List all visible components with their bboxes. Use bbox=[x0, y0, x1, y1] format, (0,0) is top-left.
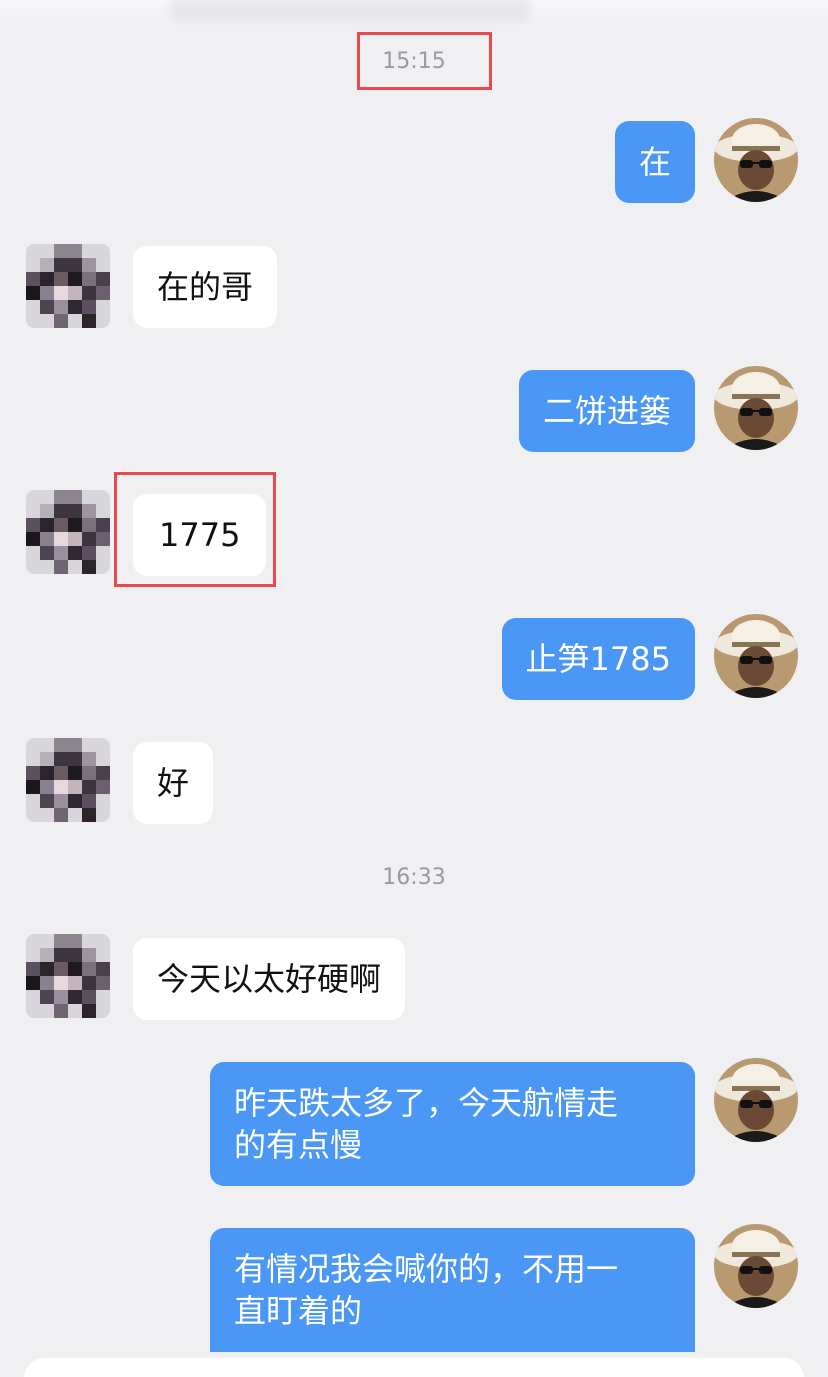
top-bar bbox=[0, 0, 828, 26]
message-bubble-self[interactable]: 有情况我会喊你的，不用一 直盯着的 bbox=[210, 1228, 695, 1352]
message-input-bar[interactable] bbox=[24, 1358, 804, 1377]
highlight-box-message bbox=[114, 472, 276, 587]
self-avatar-icon[interactable] bbox=[714, 118, 798, 202]
self-avatar-icon[interactable] bbox=[714, 366, 798, 450]
message-bubble-self[interactable]: 昨天跌太多了，今天航情走 的有点慢 bbox=[210, 1062, 695, 1186]
timestamp: 16:33 bbox=[382, 865, 446, 890]
contact-avatar-icon[interactable] bbox=[26, 244, 110, 328]
blurred-header bbox=[170, 0, 530, 22]
message-bubble-contact[interactable]: 今天以太好硬啊 bbox=[133, 938, 406, 1020]
message-bubble-self[interactable]: 二饼进篓 bbox=[518, 370, 695, 452]
message-bubble-contact[interactable]: 好 bbox=[133, 742, 214, 824]
chat-screen: 15:15 在 在的哥 二饼进篓 1775 止笋1785 好 16:33 今天以… bbox=[0, 0, 828, 1377]
contact-avatar-icon[interactable] bbox=[26, 934, 110, 1018]
contact-avatar-icon[interactable] bbox=[26, 738, 110, 822]
self-avatar-icon[interactable] bbox=[714, 614, 798, 698]
message-bubble-contact[interactable]: 在的哥 bbox=[133, 246, 278, 328]
self-avatar-icon[interactable] bbox=[714, 1224, 798, 1308]
message-bubble-self[interactable]: 在 bbox=[614, 121, 695, 203]
self-avatar-icon[interactable] bbox=[714, 1058, 798, 1142]
highlight-box-timestamp bbox=[357, 32, 492, 90]
message-bubble-self[interactable]: 止笋1785 bbox=[501, 618, 695, 700]
contact-avatar-icon[interactable] bbox=[26, 490, 110, 574]
